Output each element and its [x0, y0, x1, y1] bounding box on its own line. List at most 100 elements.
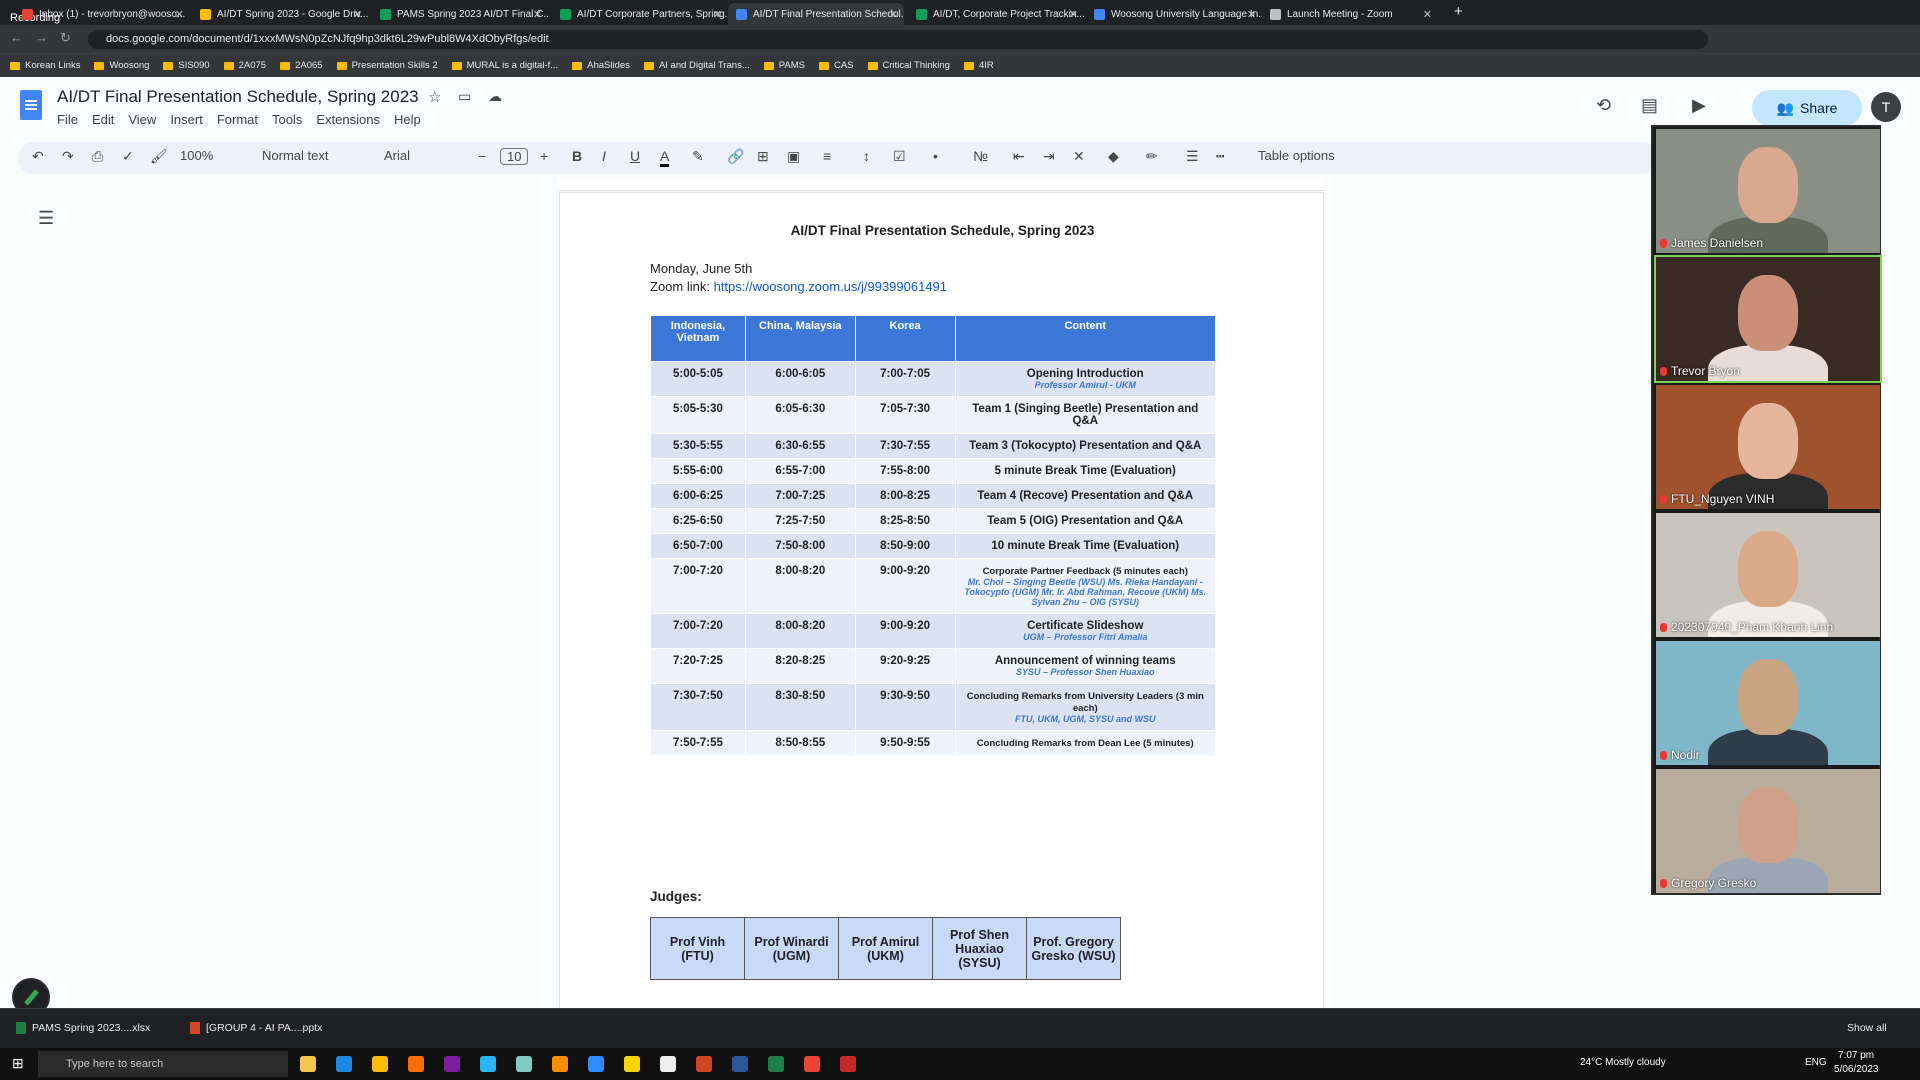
app-icon[interactable]	[516, 1056, 532, 1072]
comment-icon[interactable]: ⊞	[757, 148, 769, 165]
share-button[interactable]: 👥 Share	[1752, 90, 1862, 126]
windows-start-icon[interactable]: ⊞	[12, 1055, 24, 1072]
taskbar-search[interactable]: Type here to search	[38, 1051, 288, 1077]
border-color-icon[interactable]: ✏	[1146, 148, 1158, 165]
menu-help[interactable]: Help	[394, 112, 421, 127]
browser-tab[interactable]: AI/DT Final Presentation Schedul... ✕	[728, 3, 904, 25]
close-tab-icon[interactable]: ✕	[889, 8, 898, 21]
bookmark-item[interactable]: SIS090	[163, 60, 210, 71]
url-bar[interactable]: docs.google.com/document/d/1xxxMWsN0pZcN…	[88, 30, 1708, 49]
redo-icon[interactable]: ↷	[62, 148, 74, 165]
edge-icon[interactable]	[336, 1056, 352, 1072]
bookmark-item[interactable]: Woosong	[94, 60, 149, 71]
bookmark-item[interactable]: CAS	[818, 60, 854, 71]
bold-icon[interactable]: B	[572, 148, 582, 164]
bookmark-item[interactable]: Korean Links	[10, 60, 80, 71]
menu-view[interactable]: View	[128, 112, 156, 127]
close-tab-icon[interactable]: ✕	[1423, 8, 1432, 21]
docs-logo-icon[interactable]	[20, 90, 42, 120]
bookmark-item[interactable]: AhaSlides	[572, 60, 630, 71]
line-spacing-icon[interactable]: ↕	[863, 148, 870, 164]
menu-extensions[interactable]: Extensions	[316, 112, 380, 127]
language-indicator[interactable]: ENG	[1805, 1057, 1827, 1068]
close-tab-icon[interactable]: ✕	[353, 8, 362, 21]
ruler[interactable]	[559, 177, 1324, 191]
back-icon[interactable]: ←	[10, 30, 23, 45]
close-tab-icon[interactable]: ✕	[1069, 8, 1078, 21]
app-icon[interactable]	[660, 1056, 676, 1072]
increase-indent-icon[interactable]: ⇥	[1043, 148, 1055, 165]
acrobat-icon[interactable]	[840, 1056, 856, 1072]
powerpoint-app-icon[interactable]	[696, 1056, 712, 1072]
browser-tab[interactable]: AI/DT Corporate Partners, Spring... ✕	[552, 3, 728, 25]
word-app-icon[interactable]	[732, 1056, 748, 1072]
decrease-indent-icon[interactable]: ⇤	[1013, 148, 1025, 165]
align-icon[interactable]: ≡	[823, 148, 831, 164]
comments-icon[interactable]: ▤	[1641, 95, 1658, 116]
version-history-icon[interactable]: ⟲	[1596, 95, 1611, 116]
close-tab-icon[interactable]: ✕	[1247, 8, 1256, 21]
undo-icon[interactable]: ↶	[32, 148, 44, 165]
bookmark-item[interactable]: MURAL is a digital-f...	[451, 60, 558, 71]
meet-icon[interactable]: ▶	[1692, 95, 1706, 116]
print-icon[interactable]: ⎙	[92, 148, 103, 165]
border-width-icon[interactable]: ☰	[1186, 148, 1199, 165]
star-icon[interactable]: ☆	[428, 88, 441, 106]
menu-insert[interactable]: Insert	[170, 112, 203, 127]
browser-tab[interactable]: AI/DT Spring 2023 - Google Driv... ✕	[192, 3, 368, 25]
image-icon[interactable]: ▣	[787, 148, 800, 165]
document-title[interactable]: AI/DT Final Presentation Schedule, Sprin…	[57, 87, 419, 107]
menu-file[interactable]: File	[57, 112, 78, 127]
show-all-button[interactable]: Show all	[1847, 1022, 1887, 1034]
bullet-list-icon[interactable]: •	[933, 148, 938, 164]
vlc-icon[interactable]	[552, 1056, 568, 1072]
checklist-icon[interactable]: ☑	[893, 148, 906, 165]
bookmark-item[interactable]: Presentation Skills 2	[336, 60, 438, 71]
table-options-button[interactable]: Table options	[1258, 148, 1335, 163]
browser-tab[interactable]: PAMS Spring 2023 AI/DT Final C... ✕	[372, 3, 548, 25]
browser-tab[interactable]: Woosong University Language In... ✕	[1086, 3, 1262, 25]
highlight-icon[interactable]: ✎	[692, 148, 704, 165]
spellcheck-icon[interactable]: ✓	[122, 148, 134, 165]
close-tab-icon[interactable]: ✕	[175, 8, 184, 21]
zoom-select[interactable]: 100%	[180, 148, 213, 163]
participant-tile[interactable]: Nodir	[1656, 641, 1880, 765]
increase-font-icon[interactable]: +	[540, 148, 548, 164]
menu-tools[interactable]: Tools	[272, 112, 302, 127]
move-folder-icon[interactable]: ▭	[458, 88, 471, 105]
style-select[interactable]: Normal text	[262, 148, 328, 163]
close-tab-icon[interactable]: ✕	[533, 8, 542, 21]
link-icon[interactable]: 🔗	[727, 148, 744, 165]
app-icon[interactable]	[480, 1056, 496, 1072]
text-color-icon[interactable]: A	[660, 148, 670, 167]
browser-tab[interactable]: Inbox (1) - trevorbryon@wooso... ✕	[14, 3, 190, 25]
clock-date[interactable]: 5/06/2023	[1834, 1064, 1879, 1075]
numbered-list-icon[interactable]: №	[973, 148, 988, 164]
bookmark-item[interactable]: 4IR	[963, 60, 994, 71]
border-dash-icon[interactable]: ┅	[1216, 148, 1224, 165]
chrome-active-icon[interactable]	[804, 1056, 820, 1072]
decrease-font-icon[interactable]: −	[478, 148, 486, 164]
underline-icon[interactable]: U	[630, 148, 640, 164]
excel-app-icon[interactable]	[768, 1056, 784, 1072]
font-select[interactable]: Arial	[384, 148, 410, 163]
participant-tile[interactable]: FTU_Nguyen VINH	[1656, 385, 1880, 509]
app-icon[interactable]	[408, 1056, 424, 1072]
browser-tab[interactable]: Launch Meeting - Zoom ✕	[1262, 3, 1438, 25]
chrome-icon[interactable]	[372, 1056, 388, 1072]
paint-format-icon[interactable]: 🖌	[150, 148, 168, 165]
bookmark-item[interactable]: 2A065	[280, 60, 323, 71]
bookmark-item[interactable]: 2A075	[223, 60, 266, 71]
reload-icon[interactable]: ↻	[60, 30, 71, 46]
zoom-app-icon[interactable]	[588, 1056, 604, 1072]
document-page[interactable]: AI/DT Final Presentation Schedule, Sprin…	[559, 192, 1324, 1012]
forward-icon[interactable]: →	[35, 30, 48, 45]
participant-tile[interactable]: Gregory Gresko	[1656, 769, 1880, 893]
fill-color-icon[interactable]: ◆	[1108, 148, 1119, 165]
download-item[interactable]: [GROUP 4 - AI PA....pptx	[190, 1022, 322, 1034]
clock-time[interactable]: 7:07 pm	[1838, 1050, 1874, 1061]
bookmark-item[interactable]: Critical Thinking	[867, 60, 950, 71]
menu-edit[interactable]: Edit	[92, 112, 114, 127]
bookmark-item[interactable]: PAMS	[763, 60, 805, 71]
zoom-link[interactable]: https://woosong.zoom.us/j/99399061491	[714, 279, 947, 294]
